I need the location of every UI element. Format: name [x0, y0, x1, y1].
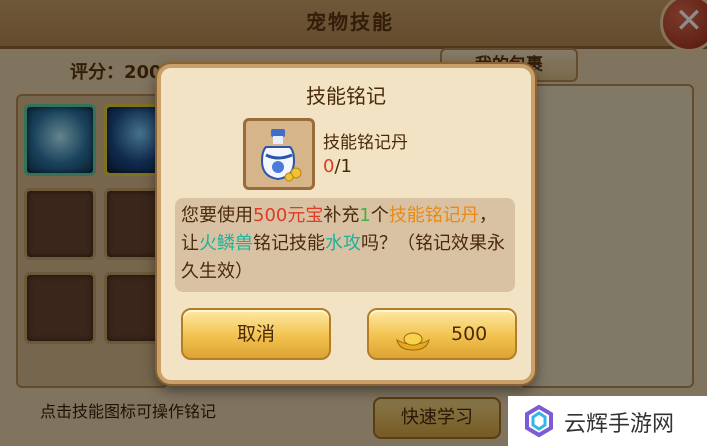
watermark: 云辉手游网: [508, 396, 707, 446]
confirm-message: 您要使用500元宝补充1个技能铭记丹，让火鳞兽铭记技能水攻吗？（铭记效果永久生效…: [175, 198, 515, 292]
msg-pet: 火鳞兽: [199, 233, 253, 254]
msg-qty: 1: [359, 205, 371, 226]
potion-bottle-icon: [243, 118, 315, 190]
screen: 宠物技能 ✕ 评分：2000 我的包裹 点击技能图标可操作铭记 快速学习 技能铭…: [0, 0, 707, 446]
item-count: 0/1: [323, 156, 352, 177]
gold-ingot-icon: [395, 322, 431, 351]
cancel-button[interactable]: 取消: [181, 308, 331, 360]
msg-skill: 水攻: [325, 233, 361, 254]
brand-logo-icon: [522, 404, 556, 438]
item-count-need: /1: [334, 156, 352, 177]
dialog-title: 技能铭记: [306, 84, 386, 108]
skill-imprint-dialog: 技能铭记 技能铭记丹 0/1 您要使用500元宝补充1个技能铭记丹，让火鳞兽铭记…: [157, 64, 535, 384]
item-count-have: 0: [323, 156, 335, 177]
msg-text: 补充: [323, 205, 360, 226]
msg-text: 您要使用: [181, 205, 253, 226]
buy-button[interactable]: 500: [367, 308, 517, 360]
buy-price: 500: [451, 323, 488, 345]
msg-item: 技能铭记丹: [388, 205, 479, 226]
msg-text: 铭记技能: [253, 233, 325, 254]
watermark-text: 云辉手游网: [564, 412, 675, 437]
msg-cost: 500元宝: [253, 205, 324, 226]
msg-text: 个: [370, 205, 389, 226]
item-name: 技能铭记丹: [323, 133, 408, 153]
